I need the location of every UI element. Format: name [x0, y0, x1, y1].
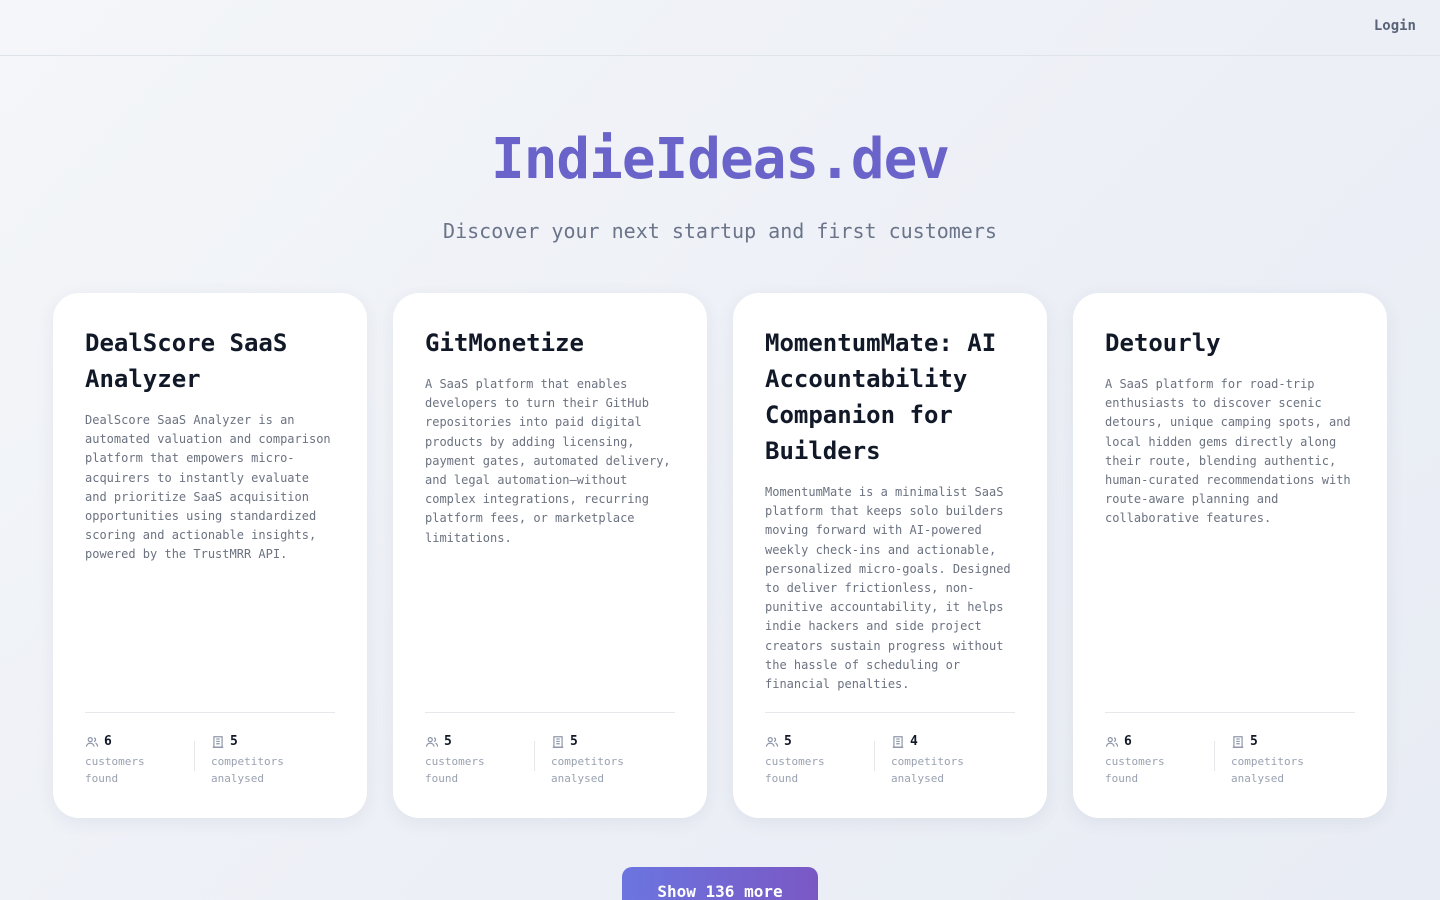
- top-bar: Login: [0, 0, 1440, 56]
- customers-count: 6: [1124, 733, 1132, 749]
- idea-card-stats: 5 customers found 4 competitors analysed: [765, 712, 1015, 792]
- users-icon: [425, 734, 439, 748]
- idea-card-title: Detourly: [1105, 329, 1221, 357]
- idea-card-stats: 6 customers found 5 competitors analysed: [1105, 712, 1355, 792]
- idea-card[interactable]: DealScore SaaS Analyzer DealScore SaaS A…: [53, 293, 367, 818]
- customers-label: customers found: [85, 755, 145, 785]
- idea-card[interactable]: GitMonetize A SaaS platform that enables…: [393, 293, 707, 818]
- building-icon: [551, 734, 565, 748]
- customers-count: 5: [784, 733, 792, 749]
- competitors-label: competitors analysed: [551, 755, 624, 785]
- idea-card-description: MomentumMate is a minimalist SaaS platfo…: [765, 485, 1011, 692]
- building-icon: [1231, 734, 1245, 748]
- competitors-stat: 5 competitors analysed: [211, 733, 321, 787]
- competitors-stat: 4 competitors analysed: [891, 733, 1001, 787]
- show-more-button[interactable]: Show 136 more: [622, 867, 818, 900]
- customers-label: customers found: [765, 755, 825, 785]
- competitors-label: competitors analysed: [211, 755, 284, 785]
- competitors-count: 5: [1250, 733, 1258, 749]
- page-subtitle: Discover your next startup and first cus…: [443, 219, 997, 243]
- idea-card-title: MomentumMate: AI Accountability Companio…: [765, 329, 997, 465]
- competitors-stat: 5 competitors analysed: [551, 733, 661, 787]
- competitors-count: 5: [570, 733, 578, 749]
- competitors-label: competitors analysed: [1231, 755, 1304, 785]
- customers-count: 6: [104, 733, 112, 749]
- idea-card-title: DealScore SaaS Analyzer: [85, 329, 288, 393]
- users-icon: [1105, 734, 1119, 748]
- stat-divider: [874, 741, 875, 771]
- customers-stat: 6 customers found: [1105, 733, 1215, 787]
- stat-divider: [1214, 741, 1215, 771]
- customers-stat: 5 customers found: [425, 733, 535, 787]
- competitors-label: competitors analysed: [891, 755, 964, 785]
- idea-card-stats: 6 customers found 5 competitors analysed: [85, 712, 335, 792]
- users-icon: [85, 734, 99, 748]
- stat-divider: [534, 741, 535, 771]
- idea-card-description: DealScore SaaS Analyzer is an automated …: [85, 413, 331, 562]
- customers-label: customers found: [1105, 755, 1165, 785]
- customers-stat: 5 customers found: [765, 733, 875, 787]
- idea-card-description: A SaaS platform that enables developers …: [425, 377, 671, 545]
- competitors-count: 5: [230, 733, 238, 749]
- competitors-stat: 5 competitors analysed: [1231, 733, 1341, 787]
- customers-label: customers found: [425, 755, 485, 785]
- competitors-count: 4: [910, 733, 918, 749]
- stat-divider: [194, 741, 195, 771]
- idea-card-title: GitMonetize: [425, 329, 584, 357]
- page-title: IndieIdeas.dev: [490, 127, 950, 192]
- customers-stat: 6 customers found: [85, 733, 195, 787]
- idea-card[interactable]: MomentumMate: AI Accountability Companio…: [733, 293, 1047, 818]
- idea-card-stats: 5 customers found 5 competitors analysed: [425, 712, 675, 792]
- building-icon: [891, 734, 905, 748]
- customers-count: 5: [444, 733, 452, 749]
- users-icon: [765, 734, 779, 748]
- idea-card[interactable]: Detourly A SaaS platform for road-trip e…: [1073, 293, 1387, 818]
- login-link[interactable]: Login: [1374, 18, 1416, 34]
- idea-card-description: A SaaS platform for road-trip enthusiast…: [1105, 377, 1351, 526]
- building-icon: [211, 734, 225, 748]
